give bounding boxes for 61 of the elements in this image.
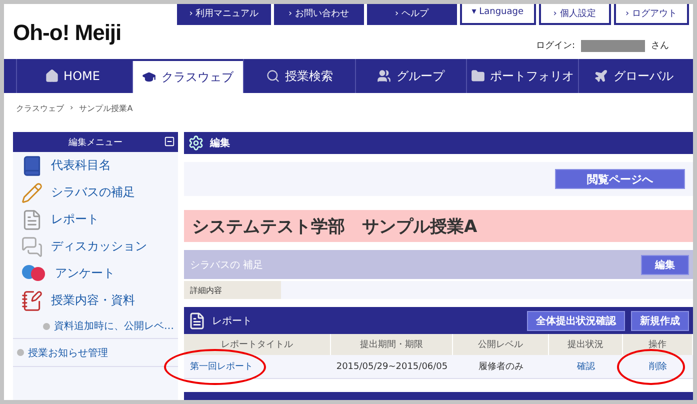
people-icon bbox=[377, 69, 392, 83]
bullet-icon bbox=[17, 349, 24, 356]
login-suffix: さん bbox=[651, 40, 669, 52]
sidebar-item[interactable]: 授業内容・資料 bbox=[13, 287, 178, 314]
site-logo[interactable]: Oh-o! Meiji bbox=[13, 20, 122, 59]
book-icon bbox=[21, 154, 43, 176]
table-cell: 履修者のみ bbox=[453, 355, 549, 379]
sidebar-item[interactable]: 代表科目名 bbox=[13, 152, 178, 179]
sidebar-item[interactable]: ディスカッション bbox=[13, 233, 178, 260]
nav-tab[interactable]: ポートフォリオ bbox=[466, 59, 578, 93]
report-action-button[interactable]: 新規作成 bbox=[631, 310, 689, 330]
nav-tab[interactable]: 授業検索 bbox=[243, 59, 354, 93]
collapse-icon[interactable] bbox=[164, 136, 175, 147]
login-label: ログイン: bbox=[536, 40, 575, 52]
document-icon bbox=[188, 312, 206, 330]
search-icon bbox=[266, 69, 280, 83]
folder-icon bbox=[470, 69, 485, 83]
header-link[interactable]: ▾ Language bbox=[460, 4, 536, 25]
nav-tab[interactable]: グループ bbox=[354, 59, 466, 93]
plane-icon bbox=[594, 69, 608, 83]
sidebar-title: 編集メニュー bbox=[13, 132, 178, 152]
column-header: 操作 bbox=[623, 334, 693, 355]
document-icon bbox=[21, 208, 43, 230]
sidebar-item[interactable]: アンケート bbox=[13, 260, 178, 287]
header-link[interactable]: › 個人設定 bbox=[538, 4, 611, 25]
redacted-name bbox=[581, 40, 645, 52]
section-title: レポート bbox=[212, 314, 252, 328]
home-icon bbox=[44, 69, 59, 83]
column-header: 提出期間・期限 bbox=[331, 334, 453, 355]
edit-button[interactable]: 編集 bbox=[641, 254, 689, 274]
report-action-button[interactable]: 全体提出状況確認 bbox=[527, 310, 625, 330]
table-cell: 2015/05/29~2015/06/05 bbox=[331, 355, 453, 379]
column-header: 提出状況 bbox=[549, 334, 623, 355]
header-link[interactable]: › ヘルプ bbox=[366, 4, 457, 25]
field-label: 詳細内容 bbox=[184, 281, 281, 299]
section-header-bar: 編集 bbox=[184, 132, 693, 154]
breadcrumb-separator: › bbox=[70, 103, 74, 114]
header-link[interactable]: › お問い合わせ bbox=[274, 4, 364, 25]
column-header: レポートタイトル bbox=[184, 334, 331, 355]
bullet-icon bbox=[43, 322, 50, 330]
header-link[interactable]: › ログアウト bbox=[614, 4, 689, 25]
breadcrumb-link[interactable]: サンプル授業A bbox=[79, 103, 133, 132]
chat-bubbles-icon bbox=[21, 236, 43, 258]
table-link[interactable]: 確認 bbox=[549, 355, 623, 379]
nav-tab[interactable]: グローバル bbox=[578, 59, 689, 93]
nav-tab[interactable]: HOME bbox=[16, 59, 128, 93]
breadcrumb-link[interactable]: クラスウェブ bbox=[16, 103, 64, 132]
sidebar-item[interactable]: レポート bbox=[13, 206, 178, 233]
notebook-icon bbox=[21, 290, 43, 312]
header-link[interactable]: › 利用マニュアル bbox=[177, 4, 271, 25]
graduation-cap-icon bbox=[142, 70, 156, 84]
view-page-button[interactable]: 閲覧ページへ bbox=[555, 169, 685, 189]
table-link[interactable]: 削除 bbox=[623, 355, 693, 379]
nav-tab[interactable]: クラスウェブ bbox=[132, 61, 243, 93]
sidebar-item[interactable]: 資料追加時に、公開レベ… bbox=[13, 314, 178, 338]
sidebar-item[interactable]: シラバスの補足 bbox=[13, 179, 178, 206]
column-header: 公開レベル bbox=[453, 334, 549, 355]
pencil-icon bbox=[21, 182, 43, 204]
course-title: システムテスト学部 サンプル授業A bbox=[184, 210, 693, 242]
gear-icon bbox=[188, 135, 204, 151]
section-title: シラバスの 補足 bbox=[190, 258, 264, 272]
